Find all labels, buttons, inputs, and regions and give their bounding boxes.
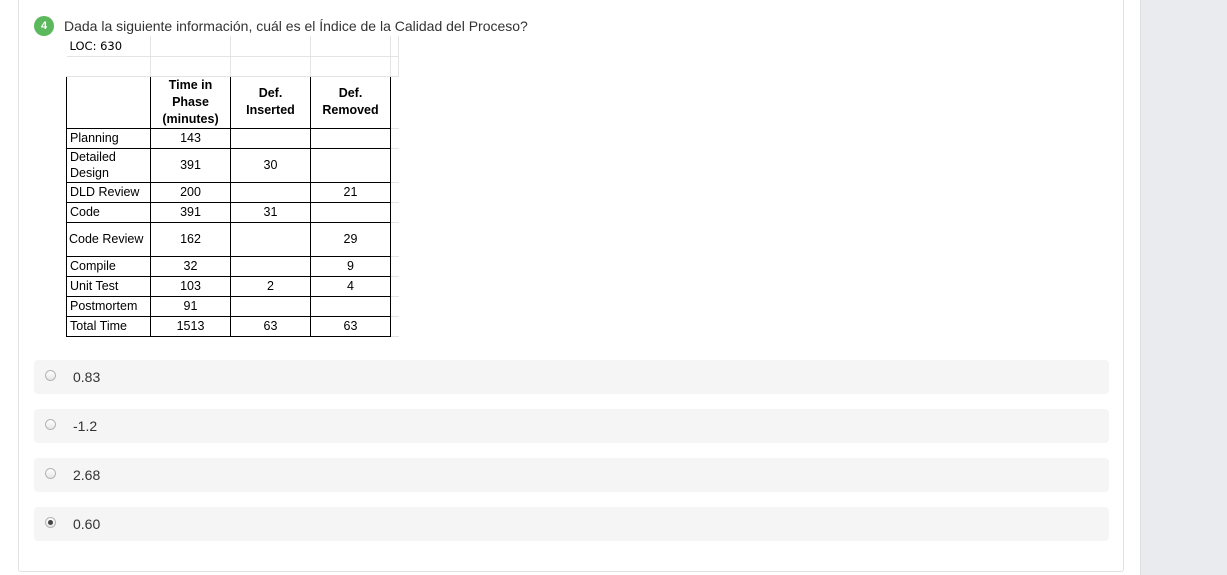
removed-cell: 21 — [310, 181, 391, 203]
phase-cell: DLD Review — [66, 181, 151, 203]
table-row: Total Time 1513 63 63 — [66, 315, 399, 337]
removed-cell: 9 — [310, 255, 391, 277]
inserted-cell: 63 — [230, 315, 311, 337]
radio-button[interactable] — [45, 419, 56, 430]
inserted-cell — [230, 295, 311, 317]
inserted-cell — [230, 221, 311, 257]
header-time-in-phase: Time in Phase (minutes) — [150, 75, 231, 129]
table-row: Unit Test 103 2 4 — [66, 275, 399, 297]
answer-option[interactable]: -1.2 — [34, 409, 1109, 443]
header-def-removed: Def. Removed — [310, 75, 391, 129]
time-cell: 91 — [150, 295, 231, 317]
radio-button[interactable] — [45, 468, 56, 479]
question-text: Dada la siguiente información, cuál es e… — [64, 18, 528, 34]
table-row: Code Review 162 29 — [66, 221, 399, 257]
option-label[interactable]: 0.60 — [73, 516, 100, 532]
inserted-cell: 30 — [230, 147, 311, 183]
phase-cell: Unit Test — [66, 275, 151, 297]
table-row: Detailed Design 391 30 — [66, 147, 399, 183]
radio-button[interactable] — [45, 370, 56, 381]
table-row: DLD Review 200 21 — [66, 181, 399, 203]
table-row: Planning 143 — [66, 127, 399, 149]
removed-cell — [310, 295, 391, 317]
phase-cell: Postmortem — [66, 295, 151, 317]
header-def-inserted: Def. Inserted — [230, 75, 311, 129]
loc-label: LOC: 630 — [66, 36, 151, 57]
answer-option[interactable]: 2.68 — [34, 458, 1109, 492]
time-cell: 200 — [150, 181, 231, 203]
time-cell: 391 — [150, 147, 231, 183]
side-panel — [1140, 0, 1227, 575]
phase-cell: Total Time — [66, 315, 151, 337]
answer-option[interactable]: 0.83 — [34, 360, 1109, 394]
inserted-cell: 31 — [230, 201, 311, 223]
spreadsheet-image: LOC: 630 Time in Phase (minutes) Def. In… — [66, 36, 399, 337]
removed-cell — [310, 201, 391, 223]
option-label[interactable]: 0.83 — [73, 369, 100, 385]
table-row: Postmortem 91 — [66, 295, 399, 317]
option-label[interactable]: -1.2 — [73, 418, 97, 434]
answer-option[interactable]: 0.60 — [34, 507, 1109, 541]
answer-options: 0.83 -1.2 2.68 0.60 — [34, 360, 1109, 556]
phase-cell: Code — [66, 201, 151, 223]
phase-cell: Compile — [66, 255, 151, 277]
removed-cell: 63 — [310, 315, 391, 337]
removed-cell: 4 — [310, 275, 391, 297]
phase-cell: Code Review — [66, 221, 151, 257]
time-cell: 143 — [150, 127, 231, 149]
table-row: Code 391 31 — [66, 201, 399, 223]
phase-cell: Detailed Design — [66, 147, 151, 183]
phase-cell: Planning — [66, 127, 151, 149]
removed-cell — [310, 147, 391, 183]
time-cell: 32 — [150, 255, 231, 277]
time-cell: 1513 — [150, 315, 231, 337]
phase-table: Time in Phase (minutes) Def. Inserted De… — [66, 75, 399, 337]
inserted-cell: 2 — [230, 275, 311, 297]
table-row: Compile 32 9 — [66, 255, 399, 277]
removed-cell — [310, 127, 391, 149]
time-cell: 391 — [150, 201, 231, 223]
question-number-badge: 4 — [34, 16, 54, 36]
option-label[interactable]: 2.68 — [73, 467, 100, 483]
removed-cell: 29 — [310, 221, 391, 257]
question-header: 4 Dada la siguiente información, cuál es… — [34, 16, 528, 36]
time-cell: 162 — [150, 221, 231, 257]
inserted-cell — [230, 255, 311, 277]
inserted-cell — [230, 127, 311, 149]
radio-button-selected[interactable] — [45, 517, 56, 528]
header-blank — [66, 75, 151, 129]
inserted-cell — [230, 181, 311, 203]
time-cell: 103 — [150, 275, 231, 297]
